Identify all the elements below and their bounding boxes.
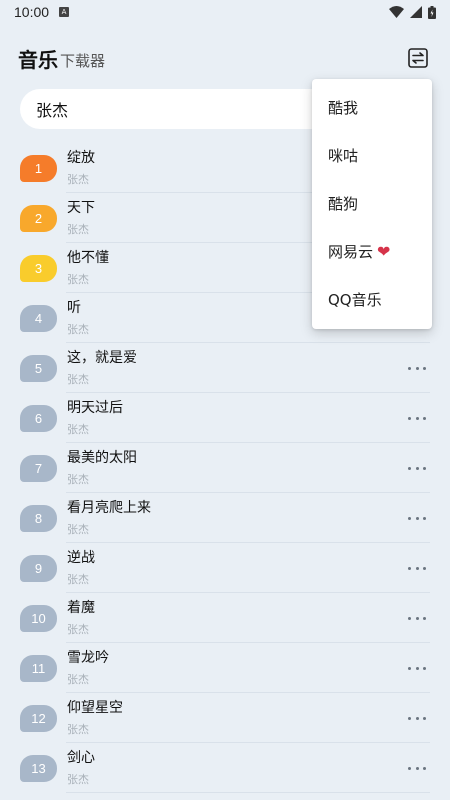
song-row[interactable]: 10 着魔张杰 — [0, 593, 450, 643]
song-text: 听张杰 — [67, 298, 89, 339]
song-text: 绽放 张杰 — [67, 148, 95, 189]
song-row[interactable]: 8 看月亮爬上来 张杰 — [0, 493, 450, 543]
rank-badge: 3 — [20, 254, 57, 282]
menu-item-label: 酷狗 — [328, 194, 359, 213]
source-switch-button[interactable] — [406, 46, 430, 70]
menu-item-migu[interactable]: 咪咕 — [312, 131, 432, 179]
menu-item-kugou[interactable]: 酷狗 — [312, 179, 432, 227]
status-icons — [389, 5, 436, 19]
rank-badge: 9 — [20, 554, 57, 582]
song-artist: 张杰 — [67, 172, 89, 186]
notification-icon: A — [59, 7, 70, 17]
song-artist: 张杰 — [67, 222, 89, 236]
menu-item-label: 酷我 — [328, 98, 359, 117]
song-title: 逆战 — [67, 549, 95, 566]
signal-icon — [410, 6, 422, 18]
song-text: 最美的太阳 张杰 — [67, 448, 137, 489]
song-title: 他不懂 — [67, 249, 109, 266]
song-row[interactable]: 13 剑心张杰 — [0, 743, 450, 793]
song-title: 听 — [67, 299, 81, 316]
song-row[interactable]: 12 仰望星空张杰 — [0, 693, 450, 743]
status-bar: 10:00 A — [0, 0, 450, 24]
more-options-icon[interactable] — [408, 611, 426, 625]
status-time: 10:00 — [14, 4, 50, 20]
more-options-icon[interactable] — [408, 411, 426, 425]
rank-badge: 6 — [20, 404, 57, 432]
more-options-icon[interactable] — [408, 761, 426, 775]
song-artist: 张杰 — [67, 622, 89, 636]
source-dropdown-menu: 酷我 咪咕 酷狗 网易云 ❤ QQ音乐 — [312, 79, 432, 329]
song-text: 着魔 张杰 — [67, 598, 95, 639]
more-options-icon[interactable] — [408, 511, 426, 525]
rank-badge: 5 — [20, 354, 57, 382]
song-title: 剑心 — [67, 749, 95, 766]
song-text: 明天过后 张杰 — [67, 398, 123, 439]
song-text: 雪龙吟 张杰 — [67, 648, 109, 689]
song-artist: 张杰 — [67, 472, 89, 486]
more-options-icon[interactable] — [408, 561, 426, 575]
rank-badge: 1 — [20, 154, 57, 182]
search-input-value: 张杰 — [36, 101, 69, 120]
heart-icon: ❤ — [377, 241, 391, 261]
menu-item-netease[interactable]: 网易云 ❤ — [312, 227, 432, 275]
app-title: 音乐 — [18, 47, 58, 72]
more-options-icon[interactable] — [408, 661, 426, 675]
song-text: 剑心 张杰 — [67, 748, 95, 789]
song-row[interactable]: 6 明天过后张杰 — [0, 393, 450, 443]
song-title: 天下 — [67, 199, 95, 216]
song-row[interactable]: 9 逆战张杰 — [0, 543, 450, 593]
rank-badge: 2 — [20, 204, 57, 232]
app-header: 音乐 下载器 — [0, 36, 450, 80]
rank-badge: 4 — [20, 304, 57, 332]
song-artist: 张杰 — [67, 572, 89, 586]
rank-badge: 10 — [20, 604, 57, 632]
song-text: 他不懂 张杰 — [67, 248, 109, 289]
song-title: 雪龙吟 — [67, 649, 109, 666]
song-row[interactable]: 7 最美的太阳张杰 — [0, 443, 450, 493]
more-options-icon[interactable] — [408, 361, 426, 375]
song-text: 这，就是爱张杰 — [67, 348, 137, 389]
song-text: 天下 张杰 — [67, 198, 95, 239]
song-artist: 张杰 — [67, 372, 89, 386]
song-row[interactable]: 11 雪龙吟张杰 — [0, 643, 450, 693]
song-text: 仰望星空 张杰 — [67, 698, 123, 739]
rank-badge: 12 — [20, 704, 57, 732]
song-artist: 张杰 — [67, 422, 89, 436]
song-title: 仰望星空 — [67, 699, 123, 716]
more-options-icon[interactable] — [408, 711, 426, 725]
wifi-icon — [389, 6, 404, 18]
song-artist: 张杰 — [67, 522, 89, 536]
rank-badge: 13 — [20, 754, 57, 782]
swap-icon — [408, 48, 428, 68]
song-title: 绽放 — [67, 149, 95, 166]
more-options-icon[interactable] — [408, 461, 426, 475]
song-text: 逆战 张杰 — [67, 548, 95, 589]
song-row[interactable]: 5 这，就是爱张杰 — [0, 343, 450, 393]
song-title: 这，就是爱 — [67, 349, 137, 366]
menu-item-kuwo[interactable]: 酷我 — [312, 83, 432, 131]
song-artist: 张杰 — [67, 272, 89, 286]
app-subtitle: 下载器 — [60, 51, 106, 70]
battery-icon — [428, 5, 436, 19]
song-artist: 张杰 — [67, 772, 89, 786]
song-title: 最美的太阳 — [67, 449, 137, 466]
rank-badge: 8 — [20, 504, 57, 532]
song-artist: 张杰 — [67, 722, 89, 736]
song-text: 看月亮爬上来 张杰 — [67, 498, 151, 539]
menu-item-qqmusic[interactable]: QQ音乐 — [312, 275, 432, 323]
song-title: 着魔 — [67, 599, 95, 616]
menu-item-label: QQ音乐 — [328, 290, 382, 309]
song-artist: 张杰 — [67, 322, 89, 336]
song-title: 明天过后 — [67, 399, 123, 416]
menu-item-label: 咪咕 — [328, 146, 359, 165]
song-title: 看月亮爬上来 — [67, 499, 151, 516]
rank-badge: 7 — [20, 454, 57, 482]
song-artist: 张杰 — [67, 672, 89, 686]
menu-item-label: 网易云 — [328, 242, 374, 261]
rank-badge: 11 — [20, 654, 57, 682]
